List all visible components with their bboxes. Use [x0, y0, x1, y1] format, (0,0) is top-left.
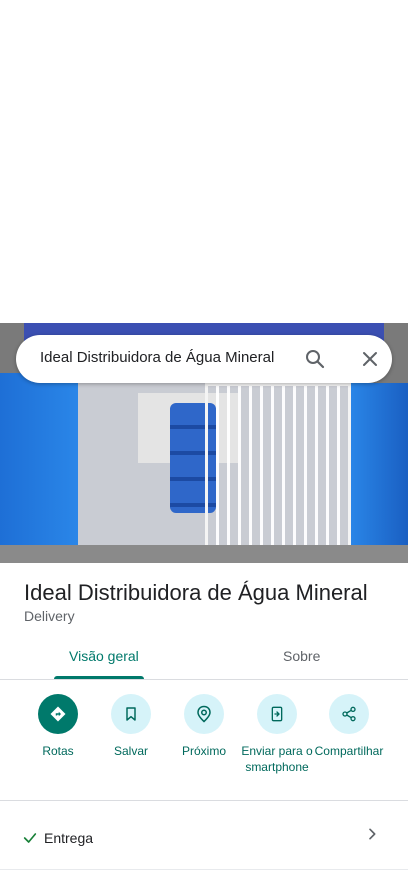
- send-to-phone-icon: [271, 706, 283, 722]
- place-category[interactable]: Delivery: [24, 608, 75, 624]
- divider: [0, 869, 408, 870]
- send-to-phone-label: Enviar para o smartphone: [241, 744, 313, 774]
- delivery-label: Entrega: [44, 830, 94, 846]
- share-label: Compartilhar: [314, 744, 384, 758]
- check-icon: [23, 833, 37, 843]
- save-button[interactable]: Salvar: [91, 694, 171, 759]
- map-area[interactable]: [0, 0, 408, 323]
- share-icon: [342, 706, 356, 722]
- tab-bar: Visão geral Sobre: [0, 640, 408, 680]
- directions-label: Rotas: [42, 744, 74, 758]
- tab-overview[interactable]: Visão geral: [69, 648, 139, 664]
- nearby-label: Próximo: [181, 744, 226, 758]
- close-icon[interactable]: [358, 347, 382, 371]
- search-query[interactable]: Ideal Distribuidora de Água Mineral: [40, 349, 274, 366]
- divider: [0, 800, 408, 801]
- directions-button[interactable]: Rotas: [18, 694, 98, 759]
- place-title: Ideal Distribuidora de Água Mineral: [24, 580, 368, 605]
- nearby-icon: [197, 705, 211, 723]
- bookmark-icon: [126, 707, 136, 721]
- search-bar[interactable]: Ideal Distribuidora de Água Mineral: [16, 335, 392, 383]
- share-button[interactable]: Compartilhar: [309, 694, 389, 759]
- tab-about[interactable]: Sobre: [283, 648, 320, 664]
- action-buttons: Rotas Salvar Próximo Enviar para o smart…: [0, 690, 408, 800]
- active-tab-indicator: [54, 676, 144, 679]
- chevron-right-icon[interactable]: [364, 826, 380, 842]
- send-to-phone-button[interactable]: Enviar para o smartphone: [237, 694, 317, 775]
- search-icon[interactable]: [303, 347, 327, 371]
- save-label: Salvar: [113, 744, 148, 758]
- nearby-button[interactable]: Próximo: [164, 694, 244, 759]
- delivery-attribute-row[interactable]: Entrega: [0, 818, 408, 858]
- directions-icon: [50, 706, 66, 722]
